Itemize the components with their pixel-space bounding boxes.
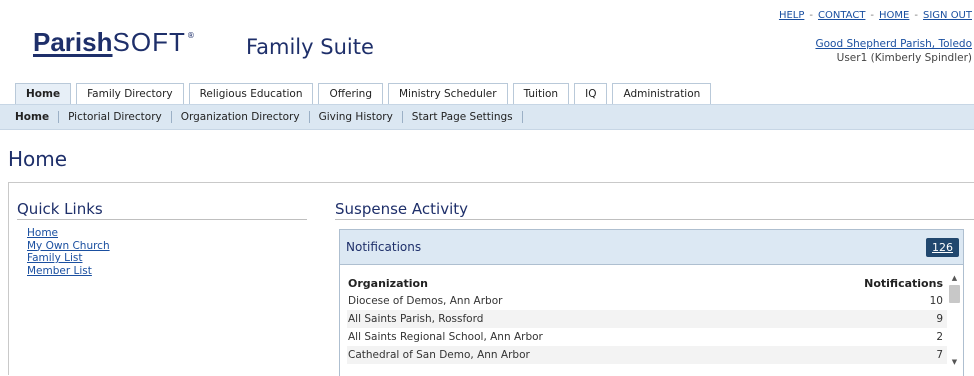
quick-link-my-own-church[interactable]: My Own Church (27, 240, 110, 253)
tab-iq[interactable]: IQ (574, 83, 608, 104)
subnav-start-page-settings[interactable]: Start Page Settings (403, 111, 523, 123)
notifications-panel-title: Notifications (346, 240, 422, 254)
help-link[interactable]: HELP (779, 10, 804, 21)
sign-out-link[interactable]: SIGN OUT (923, 10, 972, 21)
top-strip (0, 0, 974, 3)
table-row[interactable]: Diocese of Demos, Ann Arbor 10 (347, 292, 947, 310)
row-notification-count: 10 (929, 295, 943, 307)
suite-title: Family Suite (246, 35, 374, 59)
current-user: User1 (Kimberly Spindler) (836, 52, 972, 64)
subnav-edge (0, 104, 15, 130)
tab-administration[interactable]: Administration (612, 83, 712, 104)
subnav-giving-history[interactable]: Giving History (310, 111, 403, 123)
table-row[interactable]: All Saints Regional School, Ann Arbor 2 (347, 328, 947, 346)
logo-soft-text: SOFT (112, 27, 186, 57)
column-header-organization: Organization (348, 276, 428, 290)
quick-links-list: Home My Own Church Family List Member Li… (27, 227, 110, 277)
column-header-notifications: Notifications (864, 276, 943, 290)
tab-family-directory[interactable]: Family Directory (76, 83, 184, 104)
row-notification-count: 2 (936, 331, 943, 343)
tab-home[interactable]: Home (15, 83, 72, 105)
notifications-count-badge[interactable]: 126 (926, 237, 959, 257)
parishsoft-logo: Parish SOFT ® (33, 27, 195, 67)
subnav-organization-directory[interactable]: Organization Directory (172, 111, 310, 123)
tab-offering[interactable]: Offering (318, 83, 383, 104)
account-info: Good Shepherd Parish, Toledo User1 (Kimb… (815, 37, 972, 65)
table-row[interactable]: Cathedral of San Demo, Ann Arbor 7 (347, 346, 947, 364)
scrollbar-thumb[interactable] (949, 285, 960, 303)
separator: - (870, 10, 875, 21)
home-link[interactable]: HOME (879, 10, 909, 21)
quick-links-heading: Quick Links (17, 200, 307, 220)
suspense-activity-heading: Suspense Activity (335, 200, 974, 220)
logo-trademark: ® (186, 31, 195, 40)
tab-ministry-scheduler[interactable]: Ministry Scheduler (388, 83, 508, 104)
table-row[interactable]: All Saints Parish, Rossford 9 (347, 310, 947, 328)
separator: - (914, 10, 918, 21)
logo-parish-text: Parish (33, 27, 113, 57)
row-organization: Cathedral of San Demo, Ann Arbor (347, 346, 768, 364)
quick-link-member-list[interactable]: Member List (27, 265, 110, 278)
notifications-panel: Notifications 126 Organization Notificat… (339, 229, 964, 376)
tab-religious-education[interactable]: Religious Education (188, 83, 314, 104)
separator: - (809, 10, 813, 21)
quick-link-home[interactable]: Home (27, 227, 110, 240)
scroll-up-arrow-icon[interactable]: ▲ (948, 273, 961, 283)
subnav-home[interactable]: Home (15, 111, 60, 123)
contact-link[interactable]: CONTACT (818, 10, 865, 21)
page-title: Home (8, 147, 68, 171)
row-organization: Diocese of Demos, Ann Arbor (348, 295, 503, 307)
top-links: HELP - CONTACT - HOME - SIGN OUT (779, 10, 972, 21)
table-scrollbar[interactable]: ▲ ▼ (948, 273, 961, 367)
tab-tuition[interactable]: Tuition (512, 83, 570, 104)
row-notification-count: 9 (767, 310, 947, 328)
sub-navigation: Home Pictorial Directory Organization Di… (15, 104, 974, 130)
current-parish-link[interactable]: Good Shepherd Parish, Toledo (815, 37, 972, 51)
title-divider (8, 182, 974, 183)
row-notification-count: 7 (767, 346, 947, 364)
scroll-down-arrow-icon[interactable]: ▼ (948, 357, 961, 367)
notifications-panel-header: Notifications 126 (340, 230, 963, 265)
notifications-table-container: Organization Notifications Diocese of De… (340, 265, 963, 376)
main-tabs: Home Family Directory Religious Educatio… (15, 83, 716, 105)
notifications-table: Organization Notifications Diocese of De… (347, 274, 947, 364)
table-header-row: Organization Notifications (347, 274, 947, 292)
quick-link-family-list[interactable]: Family List (27, 252, 110, 265)
row-organization: All Saints Parish, Rossford (347, 310, 768, 328)
content-left-border (8, 183, 9, 375)
subnav-pictorial-directory[interactable]: Pictorial Directory (59, 111, 172, 123)
row-organization: All Saints Regional School, Ann Arbor (348, 331, 543, 343)
